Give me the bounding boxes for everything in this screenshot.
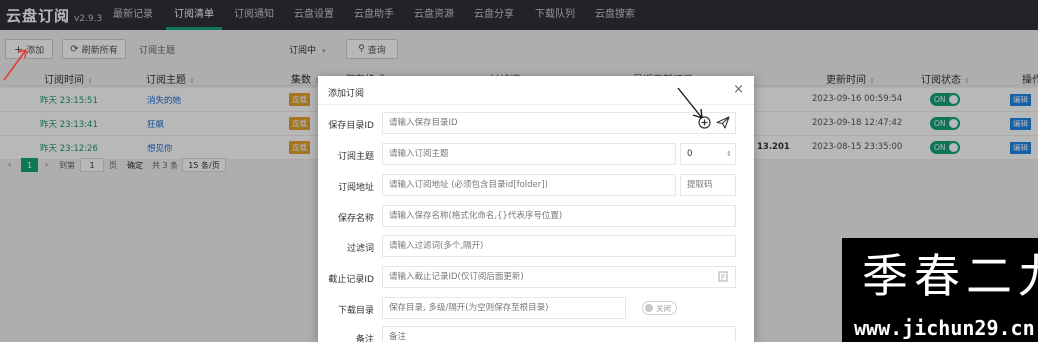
save-dir-label: 保存目录ID [328, 121, 374, 131]
save-name-input[interactable]: 请输入保存名称(格式化命名,{}代表序号位置) [382, 205, 736, 227]
note-input[interactable]: 备注 [382, 326, 736, 342]
toggle-knob [645, 304, 653, 312]
watermark: 季春二九 www.jichun29.cn [842, 238, 1038, 342]
save-name-label: 保存名称 [337, 214, 374, 224]
stop-record-input[interactable]: 请输入截止记录ID(仅订阅后面更新) [382, 266, 736, 288]
download-toggle[interactable]: 关闭 [642, 301, 677, 315]
stepper-arrows-icon[interactable]: ⇕ [726, 144, 732, 164]
clipboard-icon[interactable] [718, 271, 728, 285]
watermark-title: 季春二九 [862, 249, 1038, 303]
watermark-site: www.jichun29.cn [854, 316, 1035, 340]
extract-code-input[interactable]: 提取码 [680, 174, 736, 196]
send-icon[interactable] [716, 116, 730, 132]
filter-input[interactable]: 请输入过滤词(多个,隔开) [382, 235, 736, 257]
download-dir-input[interactable]: 保存目录, 多级/隔开(为空则保存至根目录) [382, 297, 626, 319]
download-dir-label: 下载目录 [337, 306, 374, 316]
episode-count-stepper[interactable]: 0 ⇕ [680, 143, 736, 165]
topic-label: 订阅主题 [337, 152, 374, 162]
topic-input[interactable]: 请输入订阅主题 [382, 143, 676, 165]
url-input[interactable]: 请输入订阅地址 (必须包含目录id[folder]) [382, 174, 676, 196]
note-label: 备注 [355, 335, 374, 342]
toggle-label: 关闭 [656, 304, 671, 313]
annotation-arrow-add-dir [677, 87, 703, 119]
stop-record-label: 截止记录ID [328, 275, 374, 285]
filter-label: 过滤词 [346, 244, 374, 254]
episode-count-value: 0 [687, 149, 693, 159]
annotation-arrow-add [3, 49, 27, 81]
dialog-title: 添加订阅 [328, 89, 365, 99]
close-icon[interactable]: × [733, 82, 744, 97]
url-label: 订阅地址 [337, 183, 374, 193]
